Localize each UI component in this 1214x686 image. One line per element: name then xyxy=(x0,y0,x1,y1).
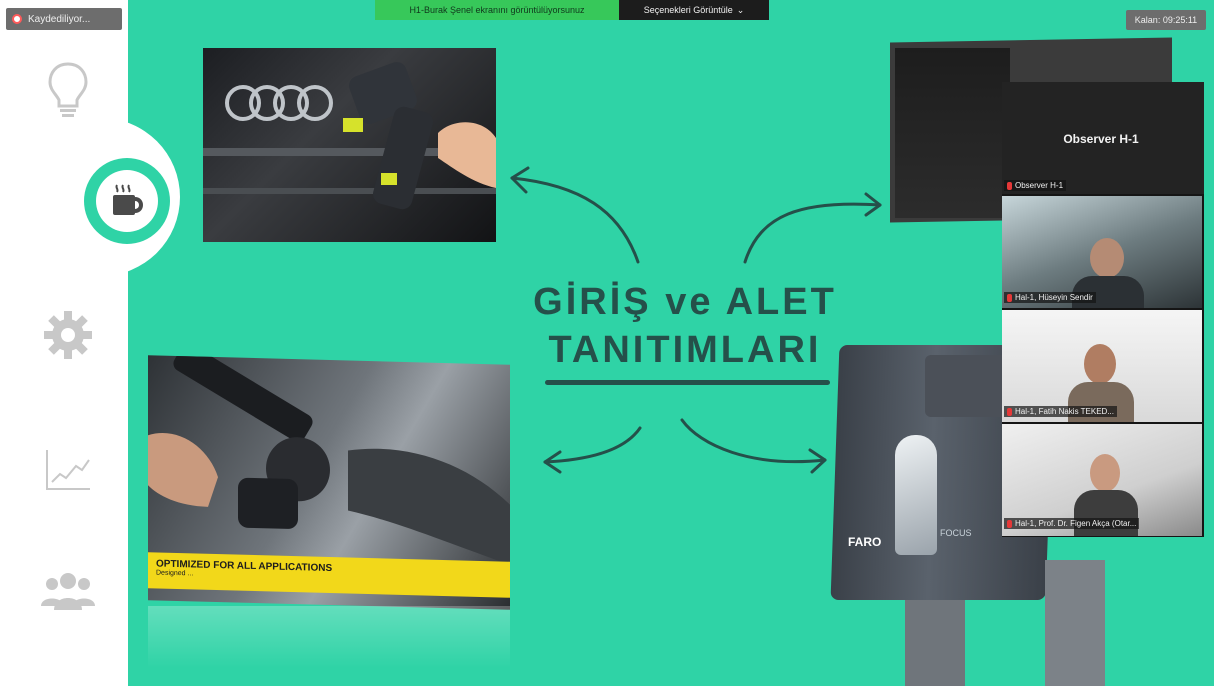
sidebar-item-stats[interactable] xyxy=(38,440,98,500)
screen-share-bar: H1-Burak Şenel ekranını görüntülüyorsunu… xyxy=(375,0,769,20)
view-options-button[interactable]: Seçenekleri Görüntüle ⌄ xyxy=(619,0,769,20)
mic-muted-icon xyxy=(1007,407,1012,416)
chart-icon xyxy=(46,450,90,490)
sidebar-active-circle xyxy=(96,170,158,232)
gear-icon xyxy=(44,311,92,359)
view-options-label: Seçenekleri Görüntüle xyxy=(643,5,733,15)
scanner-model: FOCUS xyxy=(940,528,972,538)
screen: OPTIMIZED FOR ALL APPLICATIONS Designed … xyxy=(0,0,1214,686)
scanner-mirror xyxy=(895,435,937,555)
participant-face xyxy=(1084,344,1116,384)
slide-monitor-screen xyxy=(895,48,1010,218)
mic-muted-icon xyxy=(1007,181,1012,190)
sidebar-item-ideas[interactable] xyxy=(38,60,98,120)
participant-label: Hal-1, Fatih Nakis TEKED... xyxy=(1004,406,1117,417)
participant-label: Hal-1, Hüseyin Sendir xyxy=(1004,292,1096,303)
observer-label: Observer H-1 xyxy=(1004,180,1067,191)
arrow-top-right xyxy=(743,202,882,264)
recording-indicator[interactable]: Kaydediliyor... xyxy=(6,8,122,30)
mic-muted-icon xyxy=(1007,293,1012,302)
arrow-top-left xyxy=(510,176,640,264)
group-icon xyxy=(41,573,95,610)
recording-label: Kaydediliyor... xyxy=(28,13,91,25)
arrow-bottom-right xyxy=(680,418,827,464)
tripod-leg xyxy=(1045,560,1105,686)
participant-label: Hal-1, Prof. Dr. Figen Akça (Otar... xyxy=(1004,518,1140,529)
participant-face xyxy=(1090,238,1124,278)
record-icon xyxy=(12,14,22,24)
arrow-bottom-left xyxy=(543,426,642,464)
lightbulb-icon xyxy=(48,62,88,117)
sidebar-item-break[interactable] xyxy=(84,158,170,244)
sidebar-item-settings[interactable] xyxy=(38,305,98,365)
tripod-leg xyxy=(905,600,965,686)
coffee-icon xyxy=(113,184,143,215)
scanner-brand: FARO xyxy=(848,535,882,549)
participant-body xyxy=(1074,490,1138,536)
chevron-down-icon: ⌄ xyxy=(736,4,745,15)
participant-face xyxy=(1090,454,1120,492)
share-status: H1-Burak Şenel ekranını görüntülüyorsunu… xyxy=(375,0,619,20)
observer-tile-name: Observer H-1 xyxy=(1063,132,1139,146)
session-timer: Kalan: 09:25:11 xyxy=(1126,10,1206,30)
mic-muted-icon xyxy=(1007,519,1012,528)
sidebar-item-participants[interactable] xyxy=(38,562,98,622)
